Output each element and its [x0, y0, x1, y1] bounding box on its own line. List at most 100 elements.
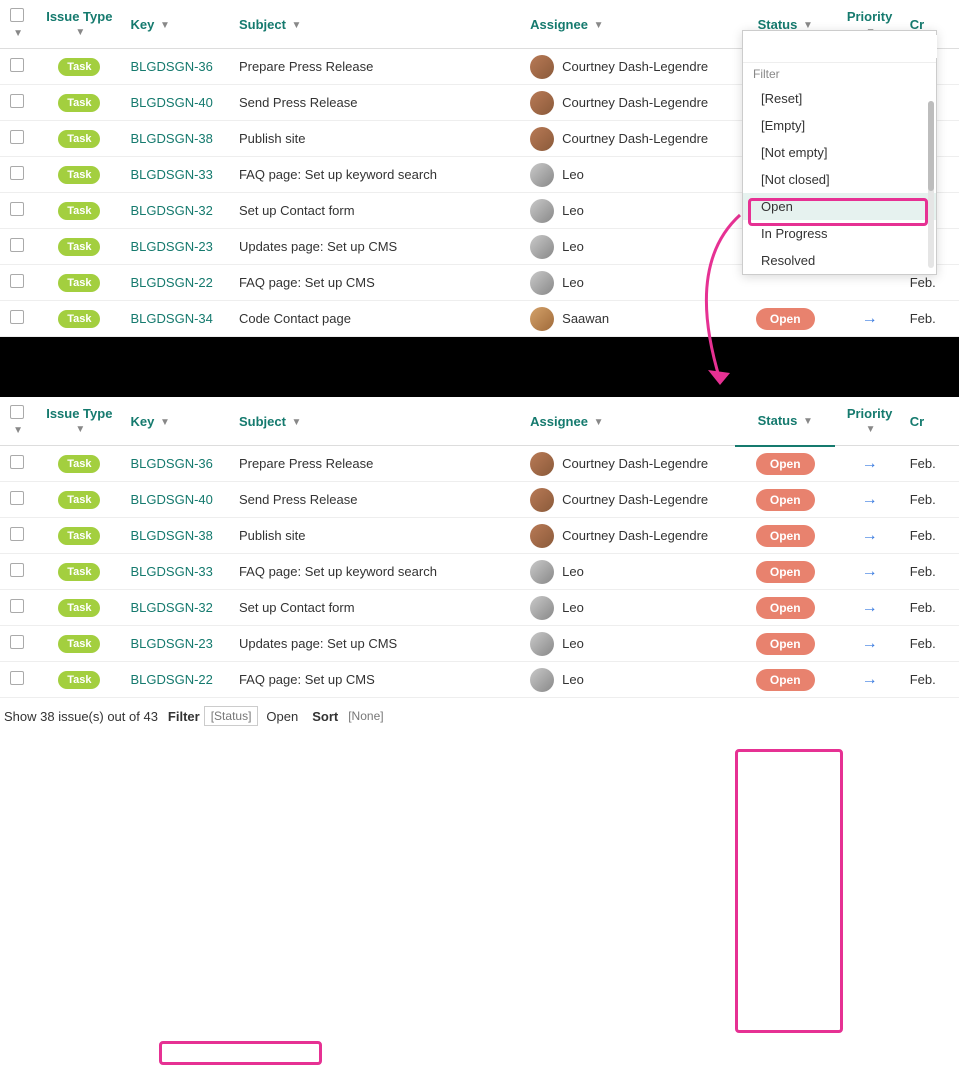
issue-key-link[interactable]: BLGDSGN-40	[131, 95, 213, 110]
filter-option[interactable]: Resolved	[743, 247, 936, 274]
issue-subject[interactable]: FAQ page: Set up CMS	[239, 275, 375, 290]
filter-option[interactable]: [Not empty]	[743, 139, 936, 166]
table-row[interactable]: TaskBLGDSGN-33FAQ page: Set up keyword s…	[0, 554, 959, 590]
issue-key-link[interactable]: BLGDSGN-36	[131, 59, 213, 74]
col-created[interactable]: Cr	[904, 397, 959, 446]
issue-subject[interactable]: Send Press Release	[239, 95, 358, 110]
col-issue-type[interactable]: Issue Type ▼	[34, 397, 124, 446]
table-row[interactable]: TaskBLGDSGN-40Send Press ReleaseCourtney…	[0, 482, 959, 518]
issue-subject[interactable]: Prepare Press Release	[239, 456, 373, 471]
issue-type-badge: Task	[58, 274, 100, 292]
result-count: Show 38 issue(s) out of 43	[4, 709, 158, 724]
status-badge[interactable]: Open	[756, 525, 815, 547]
avatar	[530, 488, 554, 512]
col-issue-type[interactable]: Issue Type ▼	[34, 0, 124, 49]
row-checkbox[interactable]	[10, 671, 24, 685]
issue-key-link[interactable]: BLGDSGN-22	[131, 275, 213, 290]
filter-option[interactable]: In Progress	[743, 220, 936, 247]
avatar	[530, 307, 554, 331]
issue-subject[interactable]: FAQ page: Set up keyword search	[239, 167, 437, 182]
assignee-name: Leo	[562, 203, 584, 218]
row-checkbox[interactable]	[10, 455, 24, 469]
issue-key-link[interactable]: BLGDSGN-38	[131, 131, 213, 146]
filter-option[interactable]: [Reset]	[743, 85, 936, 112]
issue-subject[interactable]: FAQ page: Set up CMS	[239, 672, 375, 687]
issue-key-link[interactable]: BLGDSGN-32	[131, 600, 213, 615]
col-subject[interactable]: Subject ▼	[233, 0, 524, 49]
sort-label: Sort	[312, 709, 338, 724]
created-date: Feb.	[910, 456, 936, 471]
issue-subject[interactable]: Set up Contact form	[239, 203, 355, 218]
issue-key-link[interactable]: BLGDSGN-38	[131, 528, 213, 543]
filter-option[interactable]: [Empty]	[743, 112, 936, 139]
issue-key-link[interactable]: BLGDSGN-22	[131, 672, 213, 687]
issue-key-link[interactable]: BLGDSGN-33	[131, 167, 213, 182]
col-assignee[interactable]: Assignee ▼	[524, 397, 735, 446]
col-subject[interactable]: Subject ▼	[233, 397, 524, 446]
col-key[interactable]: Key ▼	[125, 397, 233, 446]
status-badge[interactable]: Open	[756, 633, 815, 655]
issue-key-link[interactable]: BLGDSGN-23	[131, 239, 213, 254]
issue-subject[interactable]: Publish site	[239, 528, 305, 543]
issue-key-link[interactable]: BLGDSGN-40	[131, 492, 213, 507]
table-row[interactable]: TaskBLGDSGN-36Prepare Press ReleaseCourt…	[0, 446, 959, 482]
issue-subject[interactable]: Publish site	[239, 131, 305, 146]
status-badge[interactable]: Open	[756, 597, 815, 619]
issue-key-link[interactable]: BLGDSGN-34	[131, 311, 213, 326]
select-all-checkbox[interactable]	[10, 8, 24, 22]
status-badge[interactable]: Open	[756, 308, 815, 330]
table-row[interactable]: TaskBLGDSGN-38Publish siteCourtney Dash-…	[0, 518, 959, 554]
row-checkbox[interactable]	[10, 58, 24, 72]
issue-key-link[interactable]: BLGDSGN-33	[131, 564, 213, 579]
row-checkbox[interactable]	[10, 130, 24, 144]
dropdown-icon[interactable]: ▼	[13, 425, 23, 436]
filter-option[interactable]: Open	[743, 193, 936, 220]
select-all-checkbox[interactable]	[10, 405, 24, 419]
row-checkbox[interactable]	[10, 599, 24, 613]
status-badge[interactable]: Open	[756, 489, 815, 511]
row-checkbox[interactable]	[10, 491, 24, 505]
row-checkbox[interactable]	[10, 94, 24, 108]
status-badge[interactable]: Open	[756, 453, 815, 475]
row-checkbox[interactable]	[10, 238, 24, 252]
table-row[interactable]: TaskBLGDSGN-22FAQ page: Set up CMSLeoOpe…	[0, 662, 959, 698]
issue-subject[interactable]: Send Press Release	[239, 492, 358, 507]
avatar	[530, 560, 554, 584]
col-priority[interactable]: Priority ▼	[835, 397, 903, 446]
status-badge[interactable]: Open	[756, 561, 815, 583]
row-checkbox[interactable]	[10, 274, 24, 288]
table-row[interactable]: TaskBLGDSGN-34Code Contact pageSaawanOpe…	[0, 301, 959, 337]
filter-section-label: Filter	[743, 63, 936, 85]
col-assignee[interactable]: Assignee ▼	[524, 0, 735, 49]
issue-key-link[interactable]: BLGDSGN-32	[131, 203, 213, 218]
dropdown-icon[interactable]: ▼	[13, 28, 23, 39]
priority-arrow-icon: →	[862, 455, 878, 472]
row-checkbox[interactable]	[10, 166, 24, 180]
row-checkbox[interactable]	[10, 635, 24, 649]
dropdown-scrollbar[interactable]	[928, 101, 934, 268]
issue-type-badge: Task	[58, 166, 100, 184]
row-checkbox[interactable]	[10, 202, 24, 216]
row-checkbox[interactable]	[10, 310, 24, 324]
assignee-name: Leo	[562, 239, 584, 254]
assignee-name: Courtney Dash-Legendre	[562, 59, 708, 74]
issue-key-link[interactable]: BLGDSGN-23	[131, 636, 213, 651]
filter-search-input[interactable]	[757, 35, 937, 58]
sort-value[interactable]: [None]	[342, 707, 389, 725]
issue-subject[interactable]: Updates page: Set up CMS	[239, 636, 397, 651]
issue-subject[interactable]: Set up Contact form	[239, 600, 355, 615]
col-key[interactable]: Key ▼	[125, 0, 233, 49]
issue-subject[interactable]: FAQ page: Set up keyword search	[239, 564, 437, 579]
filter-option[interactable]: [Not closed]	[743, 166, 936, 193]
table-row[interactable]: TaskBLGDSGN-32Set up Contact formLeoOpen…	[0, 590, 959, 626]
table-row[interactable]: TaskBLGDSGN-23Updates page: Set up CMSLe…	[0, 626, 959, 662]
row-checkbox[interactable]	[10, 527, 24, 541]
issue-subject[interactable]: Code Contact page	[239, 311, 351, 326]
issue-subject[interactable]: Prepare Press Release	[239, 59, 373, 74]
filter-field-chip[interactable]: [Status]	[204, 706, 259, 726]
status-badge[interactable]: Open	[756, 669, 815, 691]
col-status[interactable]: Status ▼	[735, 397, 835, 446]
row-checkbox[interactable]	[10, 563, 24, 577]
issue-subject[interactable]: Updates page: Set up CMS	[239, 239, 397, 254]
issue-key-link[interactable]: BLGDSGN-36	[131, 456, 213, 471]
